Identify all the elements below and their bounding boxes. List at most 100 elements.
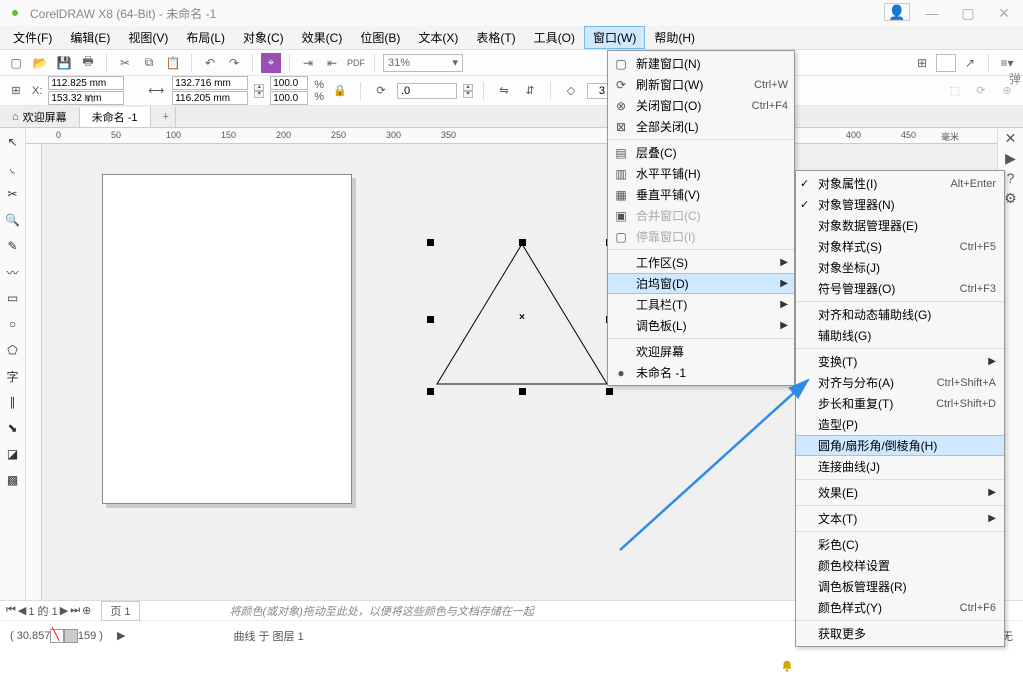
submenu-object-coord[interactable]: 对象坐标(J) <box>796 257 1004 278</box>
shape-tool-icon[interactable]: ◟ <box>3 158 23 178</box>
menu-edit[interactable]: 编辑(E) <box>61 26 119 49</box>
status-expand-icon[interactable]: ▶ <box>117 629 125 642</box>
add-page-icon[interactable]: ⊕ <box>82 604 91 617</box>
parallel-tool-icon[interactable]: ∥ <box>3 392 23 412</box>
menu-new-window[interactable]: ▢新建窗口(N) <box>608 53 794 74</box>
menu-text[interactable]: 文本(X) <box>409 26 467 49</box>
submenu-connect-curves[interactable]: 连接曲线(J) <box>796 456 1004 477</box>
tab-welcome[interactable]: ⌂欢迎屏幕 <box>0 107 80 127</box>
height-input[interactable] <box>172 91 248 105</box>
paste-icon[interactable]: 📋 <box>163 53 183 73</box>
menu-tools[interactable]: 工具(O) <box>525 26 584 49</box>
menu-view[interactable]: 视图(V) <box>119 26 177 49</box>
submenu-shaping[interactable]: 造型(P) <box>796 414 1004 435</box>
submenu-fillet-chamfer[interactable]: 圆角/扇形角/倒棱角(H) <box>796 435 1004 456</box>
redo-icon[interactable]: ↷ <box>224 53 244 73</box>
scale-x-input[interactable] <box>270 76 308 90</box>
submenu-transform[interactable]: 变换(T)▶ <box>796 351 1004 372</box>
menu-bitmap[interactable]: 位图(B) <box>351 26 409 49</box>
menu-object[interactable]: 对象(C) <box>234 26 293 49</box>
order-icon[interactable]: ⬚ <box>945 81 965 101</box>
menu-help[interactable]: 帮助(H) <box>645 26 704 49</box>
ellipse-tool-icon[interactable]: ○ <box>3 314 23 334</box>
pick-tool-icon[interactable]: ↖ <box>3 132 23 152</box>
submenu-object-data[interactable]: 对象数据管理器(E) <box>796 215 1004 236</box>
submenu-color-proof[interactable]: 颜色校样设置 <box>796 555 1004 576</box>
submenu-symbol-manager[interactable]: 符号管理器(O)Ctrl+F3 <box>796 278 1004 299</box>
submenu-align-dynamic[interactable]: 对齐和动态辅助线(G) <box>796 304 1004 325</box>
handle-tm[interactable] <box>519 239 526 246</box>
shadow-tool-icon[interactable]: ◪ <box>3 444 23 464</box>
menu-palette[interactable]: 调色板(L)▶ <box>608 315 794 336</box>
submenu-align-distribute[interactable]: 对齐与分布(A)Ctrl+Shift+A <box>796 372 1004 393</box>
first-page-icon[interactable]: ⏮ <box>6 604 16 617</box>
submenu-object-properties[interactable]: ✓对象属性(I)Alt+Enter <box>796 173 1004 194</box>
pdf-icon[interactable]: PDF <box>346 53 366 73</box>
menu-close-window[interactable]: ⊗关闭窗口(O)Ctrl+F4 <box>608 95 794 116</box>
polygon-tool-icon[interactable]: ⬠ <box>3 340 23 360</box>
menu-dockers[interactable]: 泊坞窗(D)▶ <box>608 273 794 294</box>
menu-close-all[interactable]: ⊠全部关闭(L) <box>608 116 794 137</box>
close-button[interactable]: × <box>990 3 1018 23</box>
menu-workspace[interactable]: 工作区(S)▶ <box>608 252 794 273</box>
submenu-palette-manager[interactable]: 调色板管理器(R) <box>796 576 1004 597</box>
copy-icon[interactable]: ⧉ <box>139 53 159 73</box>
submenu-object-style[interactable]: 对象样式(S)Ctrl+F5 <box>796 236 1004 257</box>
cut-icon[interactable]: ✂ <box>115 53 135 73</box>
mirror-v-icon[interactable]: ⇵ <box>520 81 540 101</box>
connector-tool-icon[interactable]: ⬊ <box>3 418 23 438</box>
user-icon[interactable]: 👤 <box>884 3 910 21</box>
menu-refresh-window[interactable]: ⟳刷新窗口(W)Ctrl+W <box>608 74 794 95</box>
angle-input[interactable] <box>397 83 457 99</box>
last-page-icon[interactable]: ⏭ <box>70 604 80 617</box>
color-swatch[interactable] <box>64 629 78 643</box>
menu-tile-v[interactable]: ▦垂直平铺(V) <box>608 184 794 205</box>
submenu-effects[interactable]: 效果(E)▶ <box>796 482 1004 503</box>
minimize-button[interactable]: — <box>918 3 946 23</box>
submenu-get-more[interactable]: 获取更多 <box>796 623 1004 644</box>
handle-tl[interactable] <box>427 239 434 246</box>
handle-ml[interactable] <box>427 316 434 323</box>
search-icon[interactable]: ⌖ <box>261 53 281 73</box>
menu-window[interactable]: 窗口(W) <box>584 26 645 49</box>
menu-toolbars[interactable]: 工具栏(T)▶ <box>608 294 794 315</box>
zoom-combo[interactable]: 31%▾ <box>383 54 463 72</box>
submenu-object-manager[interactable]: ✓对象管理器(N) <box>796 194 1004 215</box>
snap-icon[interactable]: ⊞ <box>912 53 932 73</box>
menu-effect[interactable]: 效果(C) <box>293 26 352 49</box>
submenu-text[interactable]: 文本(T)▶ <box>796 508 1004 529</box>
menu-tile-h[interactable]: ▥水平平铺(H) <box>608 163 794 184</box>
transparency-tool-icon[interactable]: ▩ <box>3 470 23 490</box>
maximize-button[interactable]: ▢ <box>954 3 982 23</box>
undo-icon[interactable]: ↶ <box>200 53 220 73</box>
menu-layout[interactable]: 布局(L) <box>177 26 234 49</box>
freehand-tool-icon[interactable]: ✎ <box>3 236 23 256</box>
notification-bell-icon[interactable] <box>780 659 794 673</box>
menu-doc-untitled[interactable]: ●未命名 -1 <box>608 362 794 383</box>
save-icon[interactable]: 💾 <box>54 53 74 73</box>
scale-y-input[interactable] <box>270 91 308 105</box>
center-marker-icon[interactable]: × <box>519 312 525 323</box>
menu-file[interactable]: 文件(F) <box>4 26 61 49</box>
convert-icon[interactable]: ⟳ <box>971 81 991 101</box>
handle-br[interactable] <box>606 388 613 395</box>
lock-ratio-icon[interactable]: 🔒 <box>330 81 350 101</box>
rectangle-tool-icon[interactable]: ▭ <box>3 288 23 308</box>
prev-page-icon[interactable]: ◀ <box>18 604 26 617</box>
new-doc-icon[interactable]: ▢ <box>6 53 26 73</box>
open-icon[interactable]: 📂 <box>30 53 50 73</box>
menu-welcome[interactable]: 欢迎屏幕 <box>608 341 794 362</box>
menu-cascade[interactable]: ▤层叠(C) <box>608 142 794 163</box>
docker-close-icon[interactable]: ✕ <box>998 128 1023 148</box>
next-page-icon[interactable]: ▶ <box>60 604 68 617</box>
ruler-vertical[interactable] <box>26 144 42 600</box>
ruler-horizontal[interactable]: 0 50 100 150 200 250 300 350 400 450 毫米 <box>26 128 1023 144</box>
submenu-step-repeat[interactable]: 步长和重复(T)Ctrl+Shift+D <box>796 393 1004 414</box>
handle-bl[interactable] <box>427 388 434 395</box>
page-tab[interactable]: 页 1 <box>101 601 139 621</box>
export-icon[interactable]: ⇤ <box>322 53 342 73</box>
docker-expand-icon[interactable]: ▶ <box>998 148 1023 168</box>
print-icon[interactable]: 🖶 <box>78 53 98 73</box>
zoom-tool-icon[interactable]: 🔍 <box>3 210 23 230</box>
launch-icon[interactable]: ↗ <box>960 53 980 73</box>
